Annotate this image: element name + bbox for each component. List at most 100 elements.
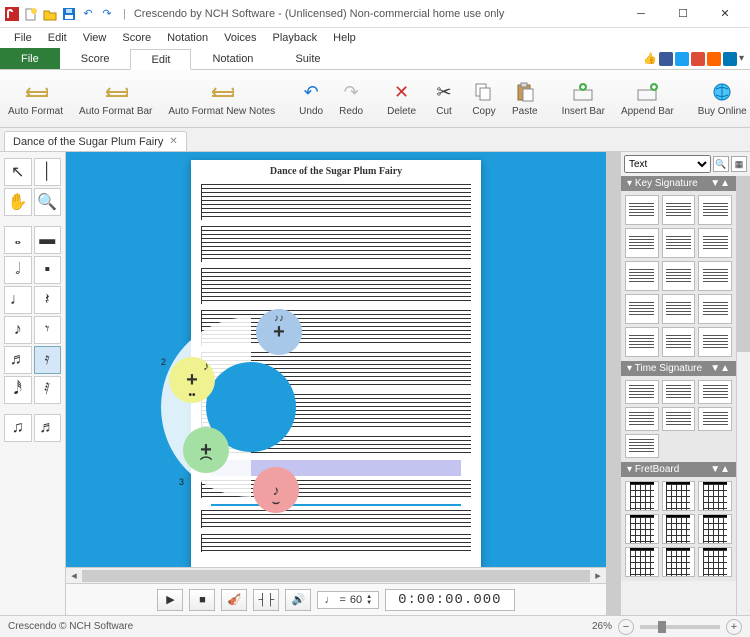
cut-button[interactable]: ✂ Cut — [424, 70, 464, 127]
canvas-vertical-scrollbar[interactable] — [606, 152, 620, 615]
scroll-right-icon[interactable]: ▸ — [590, 569, 606, 582]
right-panel-scrollbar[interactable] — [736, 176, 750, 615]
fretboard-item[interactable] — [625, 481, 659, 511]
key-sig-item[interactable] — [625, 195, 659, 225]
eighth-rest-tool[interactable]: 𝄾 — [34, 316, 62, 344]
radial-option-green[interactable]: +⌒ — [183, 427, 229, 473]
key-sig-item[interactable] — [698, 294, 732, 324]
auto-format-bar-button[interactable]: Auto Format Bar — [71, 70, 160, 127]
quarter-note-tool[interactable]: ♩ — [4, 286, 32, 314]
google-plus-icon[interactable] — [691, 52, 705, 66]
key-sig-item[interactable] — [698, 327, 732, 357]
whole-note-tool[interactable]: 𝅝 — [4, 226, 32, 254]
stop-button[interactable]: ■ — [189, 589, 215, 611]
key-sig-item[interactable] — [662, 261, 696, 291]
ribbon-tab-edit[interactable]: Edit — [130, 49, 191, 70]
horizontal-scrollbar[interactable]: ◂ ▸ — [66, 567, 606, 583]
instrument-button[interactable]: 🎻 — [221, 589, 247, 611]
fretboard-item[interactable] — [698, 481, 732, 511]
sound-button[interactable]: 🔊 — [285, 589, 311, 611]
zoom-slider[interactable] — [640, 625, 720, 629]
play-button[interactable]: ▶ — [157, 589, 183, 611]
hand-tool[interactable]: ✋ — [4, 188, 32, 216]
key-sig-item[interactable] — [662, 294, 696, 324]
linkedin-icon[interactable] — [723, 52, 737, 66]
key-sig-item[interactable] — [698, 228, 732, 258]
open-icon[interactable] — [42, 6, 58, 22]
tempo-control[interactable]: ♩ = 60 ▲▼ — [317, 591, 379, 609]
half-rest-tool[interactable]: ▪ — [34, 256, 62, 284]
new-icon[interactable] — [23, 6, 39, 22]
zoom-in-button[interactable]: + — [726, 619, 742, 635]
menu-file[interactable]: File — [6, 30, 40, 46]
quarter-rest-tool[interactable]: 𝄽 — [34, 286, 62, 314]
half-note-tool[interactable]: 𝅗𝅥 — [4, 256, 32, 284]
delete-button[interactable]: ✕ Delete — [379, 70, 424, 127]
fretboard-item[interactable] — [625, 514, 659, 544]
time-sig-item[interactable] — [625, 407, 659, 431]
time-sig-item[interactable] — [625, 434, 659, 458]
share1-icon[interactable] — [707, 52, 721, 66]
thirtysecond-note-tool[interactable]: 𝅘𝅥𝅰 — [4, 376, 32, 404]
bar-line-tool[interactable]: │ — [34, 158, 62, 186]
panel-search-icon[interactable]: 🔍 — [713, 156, 729, 172]
like-icon[interactable]: 👍 — [643, 52, 657, 65]
scroll-left-icon[interactable]: ◂ — [66, 569, 82, 582]
time-sig-item[interactable] — [698, 380, 732, 404]
time-sig-item[interactable] — [698, 407, 732, 431]
sixteenth-note-tool[interactable]: ♬ — [4, 346, 32, 374]
score-canvas[interactable]: Dance of the Sugar Plum Fairy 2 3 +♪♪ +♪… — [66, 152, 606, 567]
ribbon-tab-notation[interactable]: Notation — [191, 48, 274, 69]
redo-button[interactable]: ↷ Redo — [331, 70, 371, 127]
minimize-button[interactable]: ─ — [620, 3, 662, 25]
whole-rest-tool[interactable]: ▬ — [34, 226, 62, 254]
fretboard-item[interactable] — [698, 547, 732, 577]
zoom-tool[interactable]: 🔍 — [34, 188, 62, 216]
copy-button[interactable]: Copy — [464, 70, 504, 127]
metronome-button[interactable]: ┤├ — [253, 589, 279, 611]
chevron-down-icon[interactable]: ▾ — [739, 53, 744, 64]
fretboard-item[interactable] — [698, 514, 732, 544]
zoom-out-button[interactable]: − — [618, 619, 634, 635]
section-time-signature-header[interactable]: ▾ Time Signature▼▲ — [621, 361, 736, 376]
menu-view[interactable]: View — [75, 30, 115, 46]
auto-format-new-notes-button[interactable]: Auto Format New Notes — [160, 70, 283, 127]
document-tab-close-icon[interactable]: ✕ — [169, 136, 177, 147]
key-sig-item[interactable] — [698, 261, 732, 291]
fretboard-item[interactable] — [625, 547, 659, 577]
thirtysecond-rest-tool[interactable]: 𝅀 — [34, 376, 62, 404]
twitter-icon[interactable] — [675, 52, 689, 66]
section-key-signature-header[interactable]: ▾ Key Signature▼▲ — [621, 176, 736, 191]
panel-grid-icon[interactable]: ▦ — [731, 156, 747, 172]
time-sig-item[interactable] — [662, 380, 696, 404]
radial-option-blue[interactable]: +♪♪ — [256, 309, 302, 355]
insert-bar-button[interactable]: Insert Bar — [554, 70, 613, 127]
beam-tool-2[interactable]: ♬ — [34, 414, 62, 442]
selection-tool[interactable]: ↖ — [4, 158, 32, 186]
ribbon-tab-suite[interactable]: Suite — [274, 48, 341, 69]
radial-note-menu[interactable]: 2 3 +♪♪ +♪•• +⌒ ♪⌣ — [161, 317, 341, 497]
radial-option-red[interactable]: ♪⌣ — [253, 467, 299, 513]
menu-playback[interactable]: Playback — [265, 30, 326, 46]
key-sig-item[interactable] — [625, 261, 659, 291]
section-fretboard-header[interactable]: ▾ FretBoard▼▲ — [621, 462, 736, 477]
redo-icon[interactable]: ↷ — [99, 6, 115, 22]
menu-notation[interactable]: Notation — [159, 30, 216, 46]
ribbon-tab-score[interactable]: Score — [60, 48, 131, 69]
buy-online-button[interactable]: Buy Online — [690, 70, 750, 127]
sixteenth-rest-tool[interactable]: 𝄿 — [34, 346, 62, 374]
menu-voices[interactable]: Voices — [216, 30, 264, 46]
beam-tool-1[interactable]: ♫ — [4, 414, 32, 442]
document-tab[interactable]: Dance of the Sugar Plum Fairy ✕ — [4, 131, 187, 151]
undo-icon[interactable]: ↶ — [80, 6, 96, 22]
append-bar-button[interactable]: Append Bar — [613, 70, 682, 127]
tempo-stepper[interactable]: ▲▼ — [366, 594, 372, 606]
key-sig-item[interactable] — [662, 327, 696, 357]
time-sig-item[interactable] — [662, 407, 696, 431]
fretboard-item[interactable] — [662, 481, 696, 511]
key-sig-item[interactable] — [625, 294, 659, 324]
right-panel-dropdown[interactable]: Text — [624, 155, 711, 173]
fretboard-item[interactable] — [662, 514, 696, 544]
eighth-note-tool[interactable]: ♪ — [4, 316, 32, 344]
radial-option-yellow[interactable]: +♪•• — [169, 357, 215, 403]
